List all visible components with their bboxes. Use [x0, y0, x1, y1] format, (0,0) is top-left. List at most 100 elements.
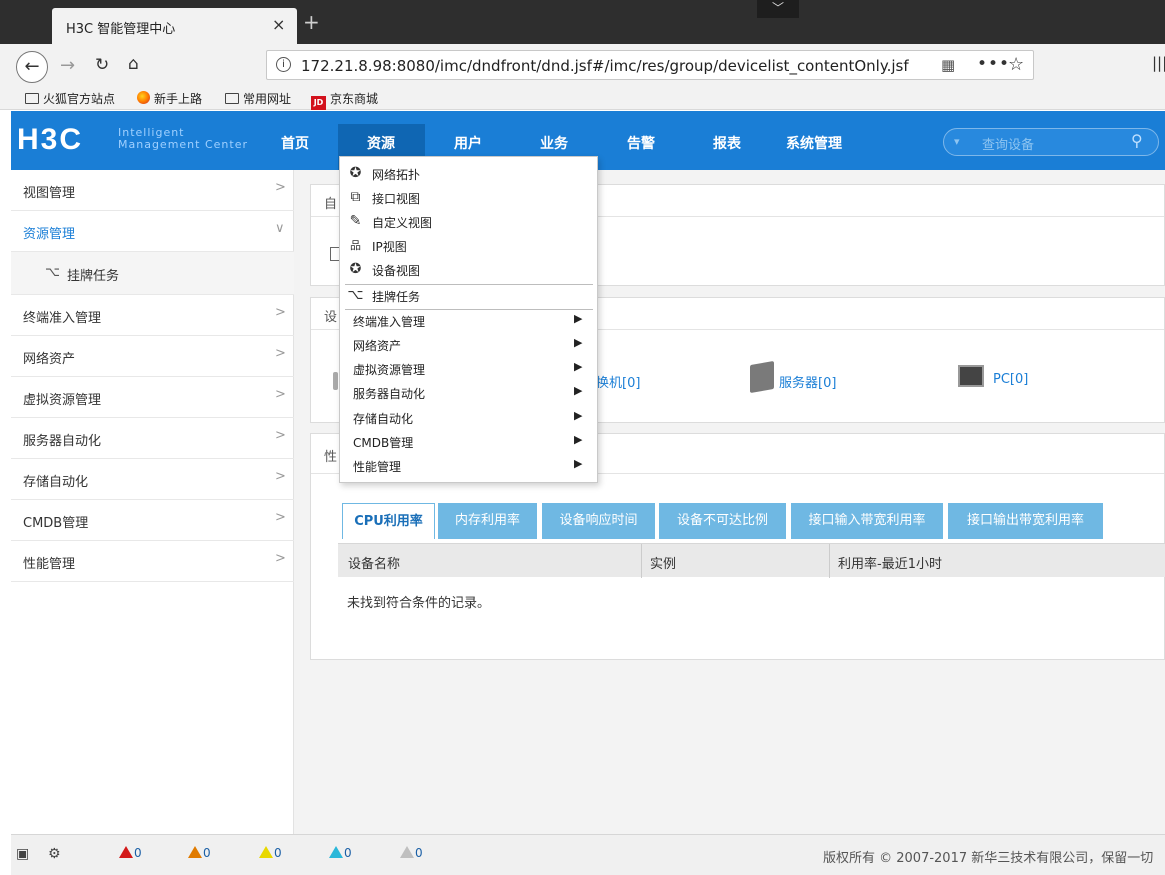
sidebar-subitem-label: 挂牌任务 — [67, 269, 120, 284]
chevron-down-icon: ∨ — [275, 221, 285, 236]
chevron-down-icon[interactable]: ﹀ — [757, 0, 799, 18]
menu-system[interactable]: 系统管理 — [786, 133, 842, 153]
status-bar: ▣ ⚙ 0 0 0 0 0 版权所有 © 2007-2017 新华三技术有限公司… — [11, 834, 1165, 875]
menu-item-interface-view[interactable]: ⧉ 接口视图 — [340, 186, 599, 210]
menu-item-ip-view[interactable]: 品 IP视图 — [340, 234, 599, 258]
tab-cpu[interactable]: CPU利用率 — [342, 503, 435, 539]
menu-report[interactable]: 报表 — [713, 133, 741, 153]
jd-icon: JD — [311, 96, 326, 110]
folder-icon — [225, 93, 239, 104]
sidebar-item-cmdb[interactable]: CMDB管理 > — [11, 500, 294, 541]
menu-alarm[interactable]: 告警 — [627, 133, 655, 153]
window-icon[interactable]: ▣ — [16, 846, 29, 862]
sidebar-item-performance[interactable]: 性能管理 > — [11, 541, 294, 582]
server-count-link[interactable]: 服务器[0] — [779, 372, 836, 391]
menu-item-label: 虚拟资源管理 — [353, 363, 426, 377]
router-icon — [333, 372, 338, 390]
sidebar-item-label: 虚拟资源管理 — [23, 393, 102, 408]
tag-task-icon: ⌥ — [45, 265, 60, 280]
browser-tab[interactable]: H3C 智能管理中心 × — [52, 8, 297, 44]
menu-item-access[interactable]: 终端准入管理 ▶ — [340, 309, 599, 333]
qr-code-icon[interactable]: ▦ — [941, 56, 955, 74]
caret-right-icon: ▶ — [574, 360, 583, 373]
alarm-triangle-icon — [400, 846, 414, 858]
folder-icon — [25, 93, 39, 104]
menu-item-virtual[interactable]: 虚拟资源管理 ▶ — [340, 357, 599, 381]
new-tab-icon[interactable]: + — [303, 10, 320, 34]
bookmark-item[interactable]: 常用网址 — [225, 90, 291, 107]
menu-item-performance[interactable]: 性能管理 ▶ — [340, 454, 599, 478]
resource-dropdown-menu: ✪ 网络拓扑 ⧉ 接口视图 ✎ 自定义视图 品 IP视图 ✪ 设备视图 ⌥ 挂牌… — [339, 156, 598, 483]
alarm-triangle-icon — [188, 846, 202, 858]
tab-close-icon[interactable]: × — [272, 15, 285, 34]
alarm-major[interactable]: 0 — [188, 846, 211, 860]
alarm-triangle-icon — [119, 846, 133, 858]
back-button[interactable]: ← — [16, 51, 48, 83]
sidebar-item-resource[interactable]: 资源管理 ∨ — [11, 211, 294, 252]
alarm-warning[interactable]: 0 — [329, 846, 352, 860]
sidebar-item-assets[interactable]: 网络资产 > — [11, 336, 294, 377]
menu-item-topology[interactable]: ✪ 网络拓扑 — [340, 162, 599, 186]
bookmark-item[interactable]: JD 京东商城 — [311, 90, 378, 110]
menu-item-device-view[interactable]: ✪ 设备视图 — [340, 258, 599, 282]
url-text[interactable]: 172.21.8.98:8080/imc/dndfront/dnd.jsf#/i… — [301, 57, 909, 75]
caret-right-icon: ▶ — [574, 312, 583, 325]
menu-item-cmdb[interactable]: CMDB管理 ▶ — [340, 430, 599, 454]
column-device-name[interactable]: 设备名称 — [348, 553, 400, 572]
sidebar-item-label: 资源管理 — [23, 227, 76, 242]
chevron-right-icon: > — [275, 428, 286, 443]
tab-unreachable[interactable]: 设备不可达比例 — [659, 503, 786, 539]
bookmark-item[interactable]: 新手上路 — [137, 90, 202, 107]
reload-button[interactable]: ↻ — [95, 55, 109, 75]
sidebar-item-virtual[interactable]: 虚拟资源管理 > — [11, 377, 294, 418]
tab-out-bandwidth[interactable]: 接口输出带宽利用率 — [948, 503, 1103, 539]
menu-resource[interactable]: 资源 — [367, 133, 395, 153]
switch-count-link[interactable]: 换机[0] — [596, 372, 640, 391]
more-actions-icon[interactable]: ••• — [977, 54, 1010, 74]
tab-memory[interactable]: 内存利用率 — [438, 503, 537, 539]
tab-in-bandwidth[interactable]: 接口输入带宽利用率 — [791, 503, 943, 539]
alarm-info[interactable]: 0 — [400, 846, 423, 860]
menu-item-label: CMDB管理 — [353, 436, 414, 450]
info-icon[interactable]: i — [276, 57, 291, 72]
device-search[interactable]: ▾ 查询设备 ⚲ — [943, 128, 1159, 156]
bookmark-star-icon[interactable]: ☆ — [1008, 54, 1024, 75]
menu-item-label: 网络拓扑 — [372, 168, 421, 182]
menu-item-storage-auto[interactable]: 存储自动化 ▶ — [340, 406, 599, 430]
menu-item-label: 存储自动化 — [353, 412, 414, 426]
forward-button[interactable]: → — [60, 55, 75, 76]
menu-item-assets[interactable]: 网络资产 ▶ — [340, 333, 599, 357]
tab-response[interactable]: 设备响应时间 — [542, 503, 655, 539]
search-input[interactable]: 查询设备 — [982, 134, 1034, 153]
sidebar-item-server-auto[interactable]: 服务器自动化 > — [11, 418, 294, 459]
menu-user[interactable]: 用户 — [454, 133, 482, 153]
column-utilization[interactable]: 利用率-最近1小时 — [838, 553, 942, 572]
sidebar-subitem-tag-task[interactable]: ⌥ 挂牌任务 — [11, 252, 294, 295]
alarm-minor[interactable]: 0 — [259, 846, 282, 860]
chevron-right-icon: > — [275, 387, 286, 402]
bookmark-item[interactable]: 火狐官方站点 — [25, 90, 115, 107]
server-icon — [750, 360, 774, 394]
alarm-critical[interactable]: 0 — [119, 846, 142, 860]
library-icon[interactable]: |||\ — [1152, 54, 1165, 72]
sidebar-item-access[interactable]: 终端准入管理 > — [11, 295, 294, 336]
menu-home[interactable]: 首页 — [281, 133, 309, 153]
sidebar-item-storage-auto[interactable]: 存储自动化 > — [11, 459, 294, 500]
column-instance[interactable]: 实例 — [650, 553, 676, 572]
menu-item-label: 挂牌任务 — [372, 290, 421, 304]
menu-item-custom-view[interactable]: ✎ 自定义视图 — [340, 210, 599, 234]
empty-message: 未找到符合条件的记录。 — [347, 596, 491, 611]
menu-item-label: 终端准入管理 — [353, 315, 426, 329]
menu-item-tag-task[interactable]: ⌥ 挂牌任务 — [340, 284, 599, 308]
menu-service[interactable]: 业务 — [540, 133, 568, 153]
search-icon[interactable]: ⚲ — [1131, 131, 1143, 150]
sidebar-item-label: 服务器自动化 — [23, 434, 102, 449]
menu-item-server-auto[interactable]: 服务器自动化 ▶ — [340, 381, 599, 405]
home-button[interactable]: ⌂ — [128, 54, 139, 74]
caret-right-icon: ▶ — [574, 457, 583, 470]
sidebar-item-view[interactable]: 视图管理 > — [11, 170, 294, 211]
address-bar[interactable]: i 172.21.8.98:8080/imc/dndfront/dnd.jsf#… — [266, 50, 1034, 80]
menu-item-label: 性能管理 — [353, 460, 402, 474]
pc-count-link[interactable]: PC[0] — [993, 372, 1028, 387]
settings-icon[interactable]: ⚙ — [48, 846, 61, 862]
